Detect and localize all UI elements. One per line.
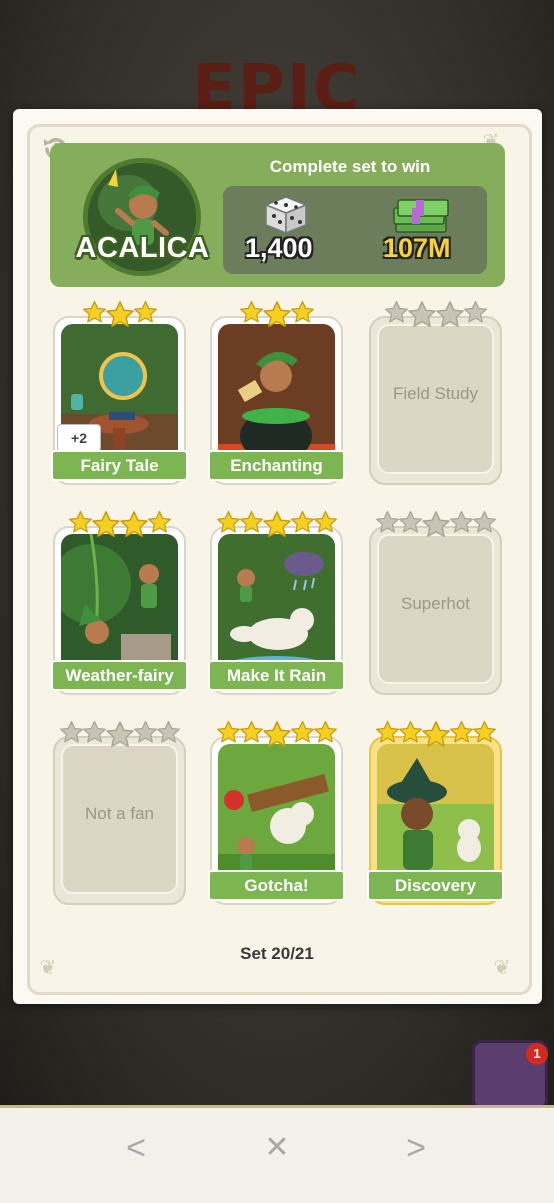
star-rating: [369, 720, 502, 754]
sticker-label: Not a fan: [85, 804, 154, 823]
star-icon: [290, 720, 314, 743]
star-icon: [262, 301, 291, 327]
sticker-not-a-fan[interactable]: Not a fan: [53, 720, 186, 905]
star-rating: [210, 720, 343, 754]
star-icon: [472, 510, 496, 533]
star-icon: [421, 511, 450, 537]
star-icon: [239, 510, 263, 533]
star-icon: [262, 721, 291, 747]
star-icon: [421, 721, 450, 747]
star-icon: [262, 511, 291, 537]
set-name: ACALICA: [75, 232, 210, 264]
star-icon: [156, 720, 180, 743]
sticker-gotcha[interactable]: Gotcha!: [208, 720, 345, 905]
star-icon: [216, 510, 240, 533]
star-rating: [53, 510, 186, 544]
chest-notification-badge: 1: [526, 1043, 548, 1065]
close-button[interactable]: ✕: [247, 1128, 307, 1168]
sticker-field-study[interactable]: Field Study: [369, 300, 502, 485]
sticker-fairy-tale[interactable]: +2 Fairy Tale: [51, 300, 188, 485]
sticker-label: Field Study: [392, 384, 479, 403]
dice-reward-value: 1,400: [245, 233, 313, 263]
star-rating: [53, 720, 186, 754]
star-icon: [105, 721, 134, 747]
star-icon: [449, 720, 473, 743]
star-icon: [91, 511, 120, 537]
star-icon: [82, 300, 106, 323]
star-icon: [147, 510, 171, 533]
star-icon: [407, 301, 436, 327]
sticker-label: Make It Rain: [208, 660, 345, 691]
star-icon: [463, 300, 487, 323]
cash-stack-icon: [393, 199, 449, 233]
star-icon: [449, 510, 473, 533]
star-icon: [398, 510, 422, 533]
star-icon: [105, 301, 134, 327]
star-icon: [290, 300, 314, 323]
sticker-weather-fairy[interactable]: Weather-fairy: [51, 510, 188, 695]
sticker-label: Discovery: [367, 870, 504, 901]
sticker-label: Weather-fairy: [51, 660, 188, 691]
star-icon: [472, 720, 496, 743]
star-icon: [313, 510, 337, 533]
star-icon: [375, 510, 399, 533]
star-icon: [313, 720, 337, 743]
star-icon: [119, 511, 148, 537]
star-icon: [59, 720, 83, 743]
previous-album-button[interactable]: <: [106, 1128, 166, 1168]
star-rating: [369, 300, 502, 334]
sticker-label: Fairy Tale: [51, 450, 188, 481]
sticker-superhot[interactable]: Superhot: [369, 510, 502, 695]
dice-icon: [263, 196, 309, 235]
star-icon: [216, 720, 240, 743]
star-icon: [290, 510, 314, 533]
star-icon: [239, 720, 263, 743]
star-icon: [239, 300, 263, 323]
duplicate-count-badge: +2: [57, 424, 101, 452]
sticker-make-it-rain[interactable]: Make It Rain: [208, 510, 345, 695]
sticker-enchanting[interactable]: Enchanting: [208, 300, 345, 485]
sticker-discovery[interactable]: Discovery: [367, 720, 504, 905]
sticker-label: Enchanting: [208, 450, 345, 481]
set-progress: Set 20/21: [240, 944, 314, 963]
star-rating: [210, 510, 343, 544]
star-icon: [398, 720, 422, 743]
star-icon: [82, 720, 106, 743]
star-rating: [210, 300, 343, 334]
next-album-button[interactable]: >: [386, 1128, 446, 1168]
star-icon: [133, 300, 157, 323]
cash-reward-value: 107M: [383, 233, 451, 263]
star-icon: [68, 510, 92, 533]
star-icon: [133, 720, 157, 743]
star-rating: [53, 300, 186, 334]
sticker-label: Superhot: [401, 594, 470, 613]
star-icon: [375, 720, 399, 743]
star-icon: [384, 300, 408, 323]
star-icon: [435, 301, 464, 327]
star-rating: [369, 510, 502, 544]
reward-title: Complete set to win: [269, 157, 431, 176]
sticker-label: Gotcha!: [208, 870, 345, 901]
